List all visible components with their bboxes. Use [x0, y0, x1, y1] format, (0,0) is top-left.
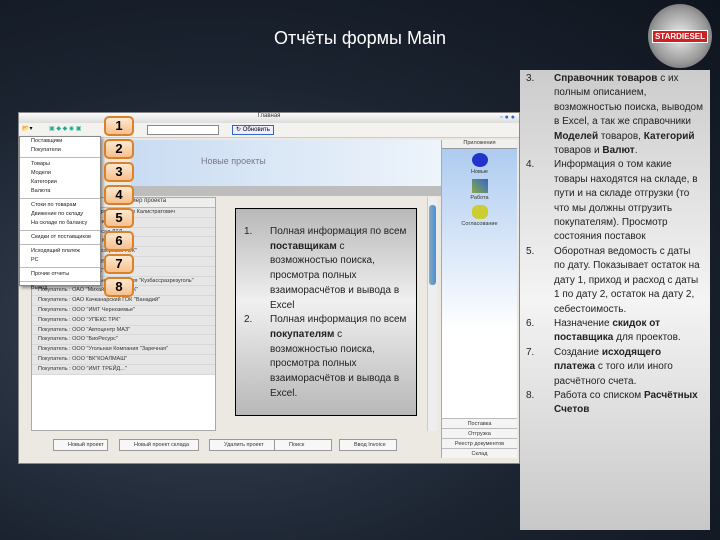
list-item: 6. Назначение скидок от поставщика для пр…	[526, 317, 704, 346]
item-number: 6.	[526, 317, 535, 329]
approval-icon	[471, 205, 488, 219]
menu-item[interactable]: Модели	[20, 169, 100, 178]
window-title: Главная	[257, 113, 281, 119]
menu-item[interactable]: Исходящий платеж	[20, 247, 100, 256]
menu-item[interactable]: На складе по балансу	[20, 219, 100, 228]
window-titlebar: Главная ▫ ● ●	[19, 113, 519, 123]
menu-separator	[20, 157, 100, 158]
tools-icon	[471, 179, 488, 193]
item-text: Назначение скидок от поставщика для прое…	[554, 317, 681, 344]
menu-item[interactable]: Движение по складу	[20, 210, 100, 219]
item-number: 8.	[526, 389, 535, 401]
item-number: 5.	[526, 245, 535, 257]
app-label: Новые	[471, 169, 488, 175]
menu-separator	[20, 267, 100, 268]
app-label: Согласование	[461, 221, 498, 227]
search-combo[interactable]	[147, 125, 219, 135]
side-footer-registry[interactable]: Реестр документов	[442, 438, 517, 448]
side-header: Приложения	[442, 140, 517, 149]
side-footer-shipment[interactable]: Отгрузка	[442, 428, 517, 438]
item-number: 2.	[244, 314, 253, 326]
callout-number: 8	[104, 277, 134, 297]
list-item: 4. Информация о том какие товары находятс…	[526, 158, 704, 244]
folder-icon[interactable]: 📂▾	[22, 125, 32, 132]
list-item: 8. Работа со списком Расчётных Счетов	[526, 389, 704, 418]
menu-item[interactable]: Прочие отчеты	[20, 270, 100, 279]
list-item: 2. Полная информация по всем покупателям …	[244, 313, 408, 401]
table-row[interactable]: Покупатель : ООО "БиоРесурс"	[32, 335, 215, 346]
callout-number: 7	[104, 254, 134, 274]
new-warehouse-project-button[interactable]: Новый проект склада	[119, 439, 199, 451]
slide-title: Отчёты формы Main	[274, 28, 446, 48]
menu-separator	[20, 198, 100, 199]
menu-item[interactable]: Товары	[20, 160, 100, 169]
app-approval[interactable]: Согласование	[442, 205, 517, 227]
item-number: 3.	[526, 73, 535, 84]
table-row[interactable]: Покупатель : ООО "УПЕКС ТРК"	[32, 315, 215, 326]
callout-number: 6	[104, 231, 134, 251]
list-item: 5. Оборотная ведомость с даты по дату. По…	[526, 245, 704, 317]
menu-item[interactable]: Скидки от поставщиков	[20, 233, 100, 242]
menu-item[interactable]: РС	[20, 256, 100, 265]
item-number: 7.	[526, 346, 535, 358]
table-row[interactable]: Покупатель : ООО "Автоцентр МАЗ"	[32, 325, 215, 336]
star-icon	[471, 153, 488, 167]
callout-number: 3	[104, 162, 134, 182]
table-row[interactable]: Покупатель : ООО "ИМТ Черноземье"	[32, 305, 215, 316]
new-project-button[interactable]: Новый проект	[53, 439, 108, 451]
banner: Новые проекты	[131, 140, 441, 186]
item-text: Информация о том какие товары находятся …	[554, 159, 698, 243]
list-item: 7. Создание исходящего платежа с того или…	[526, 346, 704, 389]
item-text: Работа со списком Расчётных Счетов	[554, 389, 698, 416]
side-footer-delivery[interactable]: Поставка	[442, 418, 517, 428]
callout-number: 2	[104, 139, 134, 159]
menu-item[interactable]: Покупатели	[20, 146, 100, 155]
list-item: 1. Полная информация по всем поставщикам …	[244, 225, 408, 313]
item-text: Создание исходящего платежа с того или и…	[554, 346, 673, 387]
item-number: 4.	[526, 159, 535, 171]
menu-item[interactable]: Выход	[20, 284, 100, 293]
list-item: 3. Справочник товаров с их полным описани…	[526, 72, 704, 158]
callout-number: 1	[104, 116, 134, 136]
table-row[interactable]: Покупатель : ООО "ИМТ ТРЕЙД..."	[32, 364, 215, 375]
toolbar-icons[interactable]: ▣ ◆ ◆ ◉ ▣	[49, 125, 81, 132]
callout-number: 4	[104, 185, 134, 205]
table-row[interactable]: Покупатель : ООО "Угольная Компания "Зар…	[32, 345, 215, 355]
menu-separator	[20, 244, 100, 245]
scrollbar[interactable]	[427, 197, 437, 431]
menu-item[interactable]: Категории	[20, 178, 100, 187]
invoice-button[interactable]: Ввод Invoice	[339, 439, 397, 451]
item-text: Справочник товаров с их полным описанием…	[554, 73, 703, 157]
company-logo: STARDIESEL	[648, 4, 712, 68]
applications-panel: Приложения Новые Работа Согласование Пос…	[441, 140, 517, 458]
side-footer-warehouse[interactable]: Склад	[442, 448, 517, 458]
group-band	[131, 186, 441, 196]
refresh-button[interactable]: ↻ Обновить	[232, 125, 274, 135]
dropdown-menu: Поставщики Покупатели Товары Модели Категори…	[19, 136, 101, 291]
app-label: Работа	[470, 195, 489, 201]
item-number: 1.	[244, 226, 253, 237]
item-text: Полная информация по всем поставщикам с …	[270, 226, 407, 311]
item-text: Полная информация по всем покупателям с …	[270, 314, 407, 399]
refresh-label: Обновить	[242, 127, 270, 133]
table-row[interactable]: Покупатель : ОАО Качканарский ГОК "Ванад…	[32, 296, 215, 306]
callout-number: 5	[104, 208, 134, 228]
menu-separator	[20, 281, 100, 282]
menu-separator	[20, 230, 100, 231]
delete-project-button[interactable]: Удалить проект	[209, 439, 277, 451]
window-controls[interactable]: ▫ ● ●	[500, 114, 515, 121]
banner-title: Новые проекты	[201, 156, 266, 166]
table-row[interactable]: Покупатель : ООО "ВК"КОАЛМАШ"	[32, 354, 215, 365]
menu-item[interactable]: Стоки по товарам	[20, 201, 100, 210]
app-work[interactable]: Работа	[442, 179, 517, 201]
menu-item[interactable]: Поставщики	[20, 137, 100, 146]
callout-box-left: 1. Полная информация по всем поставщикам …	[235, 208, 417, 416]
app-new[interactable]: Новые	[442, 153, 517, 175]
search-button[interactable]: Поиск	[274, 439, 332, 451]
menu-item[interactable]: Валюта	[20, 187, 100, 196]
callout-box-right: 3. Справочник товаров с их полным описани…	[520, 70, 710, 530]
item-text: Оборотная ведомость с даты по дату. Пока…	[554, 245, 700, 315]
